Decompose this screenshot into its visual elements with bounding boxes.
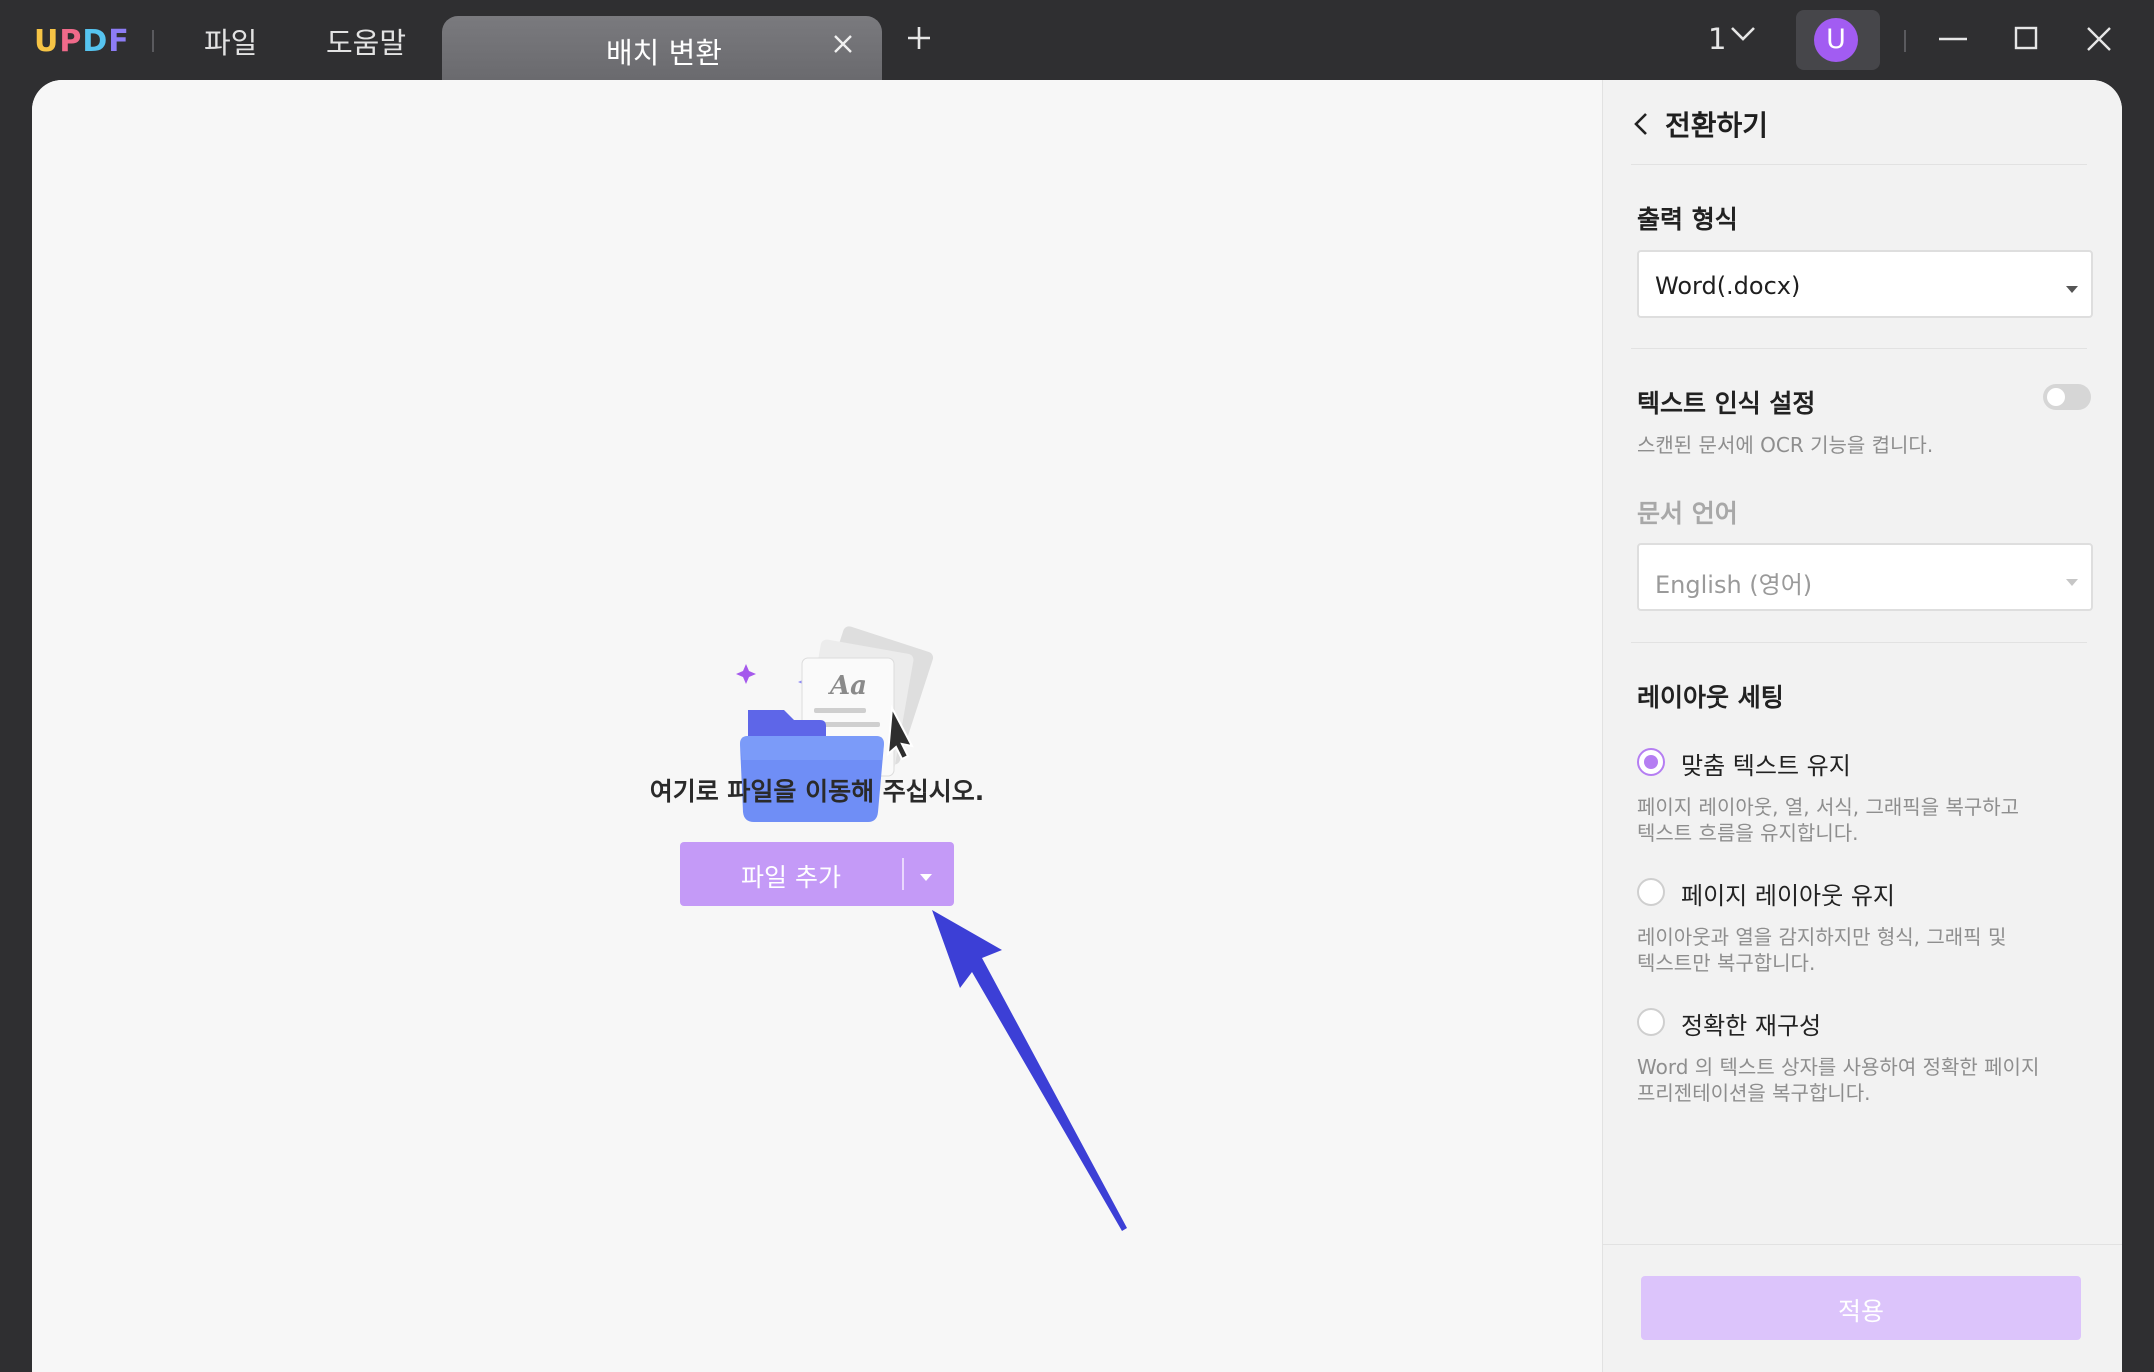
button-divider <box>902 858 904 890</box>
ocr-label: 텍스트 인식 설정 <box>1637 389 1816 418</box>
ocr-toggle[interactable] <box>2043 384 2091 410</box>
flowing-text-label[interactable]: 맞춤 텍스트 유지 <box>1681 746 1851 781</box>
radio-exact-reconstruction[interactable] <box>1637 1008 1665 1036</box>
document-language-label: 문서 언어 <box>1637 499 1738 528</box>
page-indicator[interactable]: 1 <box>1708 22 1726 56</box>
title-separator <box>152 30 154 52</box>
caret-down-icon <box>2065 280 2079 299</box>
maximize-icon[interactable] <box>2012 24 2042 58</box>
chevron-down-icon[interactable] <box>1730 26 1756 46</box>
output-format-select[interactable]: Word(.docx) <box>1637 250 2093 318</box>
divider <box>1631 348 2087 349</box>
updf-logo[interactable]: UPDF <box>34 24 130 59</box>
title-separator <box>1904 30 1906 52</box>
avatar: U <box>1814 18 1858 62</box>
output-format-value: Word(.docx) <box>1655 272 1801 300</box>
close-icon[interactable] <box>2084 24 2114 58</box>
title-bar: UPDF 파일 도움말 배치 변환 1 U <box>0 0 2154 80</box>
caret-down-icon[interactable] <box>918 868 934 887</box>
document-language-select[interactable]: English (영어) <box>1637 543 2093 611</box>
divider <box>1631 642 2087 643</box>
toggle-knob <box>2047 388 2065 406</box>
tab-label: 배치 변환 <box>606 36 722 70</box>
exact-reconstruction-hint: Word 의 텍스트 상자를 사용하여 정확한 페이지 프리젠테이션을 복구합니… <box>1637 1055 2040 1105</box>
file-drop-zone[interactable]: Aa 여기로 파일을 이동해 주십시오. 파일 추가 <box>32 80 1602 1372</box>
page-layout-label[interactable]: 페이지 레이아웃 유지 <box>1681 876 1895 911</box>
document-language-value: English (영어) <box>1655 571 1813 599</box>
divider <box>1603 1244 2122 1245</box>
add-file-label: 파일 추가 <box>741 863 841 892</box>
pointer-arrow-annotation <box>932 910 1152 1244</box>
radio-flowing-text[interactable] <box>1637 748 1665 776</box>
apply-label: 적용 <box>1837 1297 1884 1326</box>
tab-close-icon[interactable] <box>832 28 854 63</box>
apply-button[interactable]: 적용 <box>1641 1276 2081 1340</box>
ocr-hint: 스캔된 문서에 OCR 기능을 켭니다. <box>1637 433 1934 457</box>
main-content: Aa 여기로 파일을 이동해 주십시오. 파일 추가 전환하기 출력 형식 Wo… <box>32 80 2122 1372</box>
layout-settings-label: 레이아웃 세팅 <box>1637 683 1784 712</box>
minimize-icon[interactable] <box>1938 24 1968 58</box>
add-tab-icon[interactable] <box>906 22 932 58</box>
add-file-button[interactable]: 파일 추가 <box>680 842 954 906</box>
exact-reconstruction-label[interactable]: 정확한 재구성 <box>1681 1006 1821 1041</box>
divider <box>1631 164 2087 165</box>
account-button[interactable]: U <box>1796 10 1880 70</box>
page-layout-hint: 레이아웃과 열을 감지하지만 형식, 그래픽 및 텍스트만 복구합니다. <box>1637 925 2007 975</box>
menu-help[interactable]: 도움말 <box>326 20 406 62</box>
convert-panel: 전환하기 출력 형식 Word(.docx) 텍스트 인식 설정 스캔된 문서에… <box>1602 80 2122 1372</box>
illustration-text: Aa <box>827 671 867 701</box>
tab-batch-convert[interactable]: 배치 변환 <box>442 16 882 80</box>
radio-page-layout[interactable] <box>1637 878 1665 906</box>
panel-title: 전환하기 <box>1665 109 1769 142</box>
back-chevron-icon[interactable] <box>1631 110 1651 142</box>
flowing-text-hint: 페이지 레이아웃, 열, 서식, 그래픽을 복구하고 텍스트 흐름을 유지합니다… <box>1637 795 2020 845</box>
menu-file[interactable]: 파일 <box>204 20 257 62</box>
drop-instruction: 여기로 파일을 이동해 주십시오. <box>649 777 985 806</box>
output-format-label: 출력 형식 <box>1637 205 1738 234</box>
caret-down-icon <box>2065 573 2079 592</box>
